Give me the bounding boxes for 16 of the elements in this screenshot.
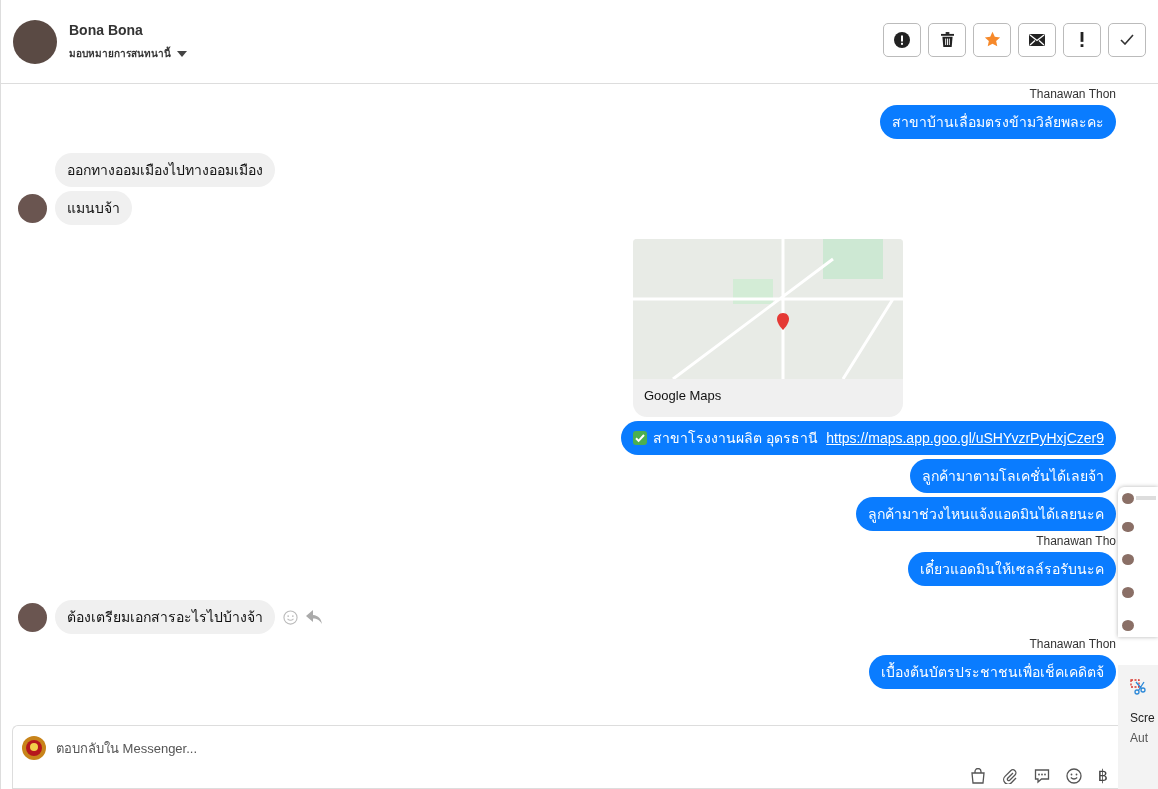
sender-name: Thanawan Thon bbox=[1029, 637, 1116, 651]
message-bubble: แมนบจ้า bbox=[55, 191, 132, 225]
map-caption: Google Maps bbox=[643, 387, 723, 405]
notification-subtitle: Aut bbox=[1130, 731, 1149, 745]
sender-name: Thanawan Thon bbox=[1029, 87, 1116, 101]
notification-title: Scre bbox=[1130, 711, 1156, 725]
message-bubble: ต้องเตรียมเอกสารอะไรไปบ้างจ้า bbox=[55, 600, 275, 634]
message-bubble: ลูกค้ามาตามโลเคชั่นได้เลยจ้า bbox=[910, 459, 1116, 493]
message-text: สาขาโรงงานผลิต อุดรธานี bbox=[653, 429, 819, 447]
message-bubble: เดี๋ยวแอดมินให้เซลล์รอรับนะค bbox=[908, 552, 1116, 586]
message-bubble: ออกทางออมเมืองไปทางออมเมือง bbox=[55, 153, 275, 187]
sender-name: Thanawan Tho bbox=[1036, 534, 1116, 548]
message-bubble: ลูกค้ามาช่วงไหนแจ้งแอดมินได้เลยนะค bbox=[856, 497, 1116, 531]
contact-name: Bona Bona bbox=[69, 22, 144, 38]
message-bubble: เบื้องต้นบัตรประชาชนเพื่อเช็คเคดิตจ้ bbox=[869, 655, 1116, 689]
message-bubble: สาขาบ้านเลื่อมตรงข้ามวิลัยพละคะ bbox=[880, 105, 1116, 139]
